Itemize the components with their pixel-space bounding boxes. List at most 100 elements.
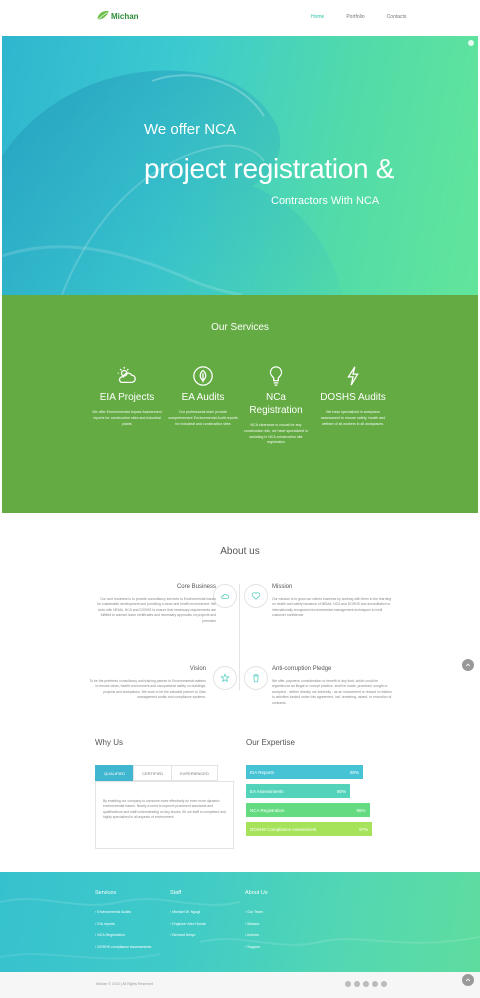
linkedin-icon[interactable] [372,981,378,987]
why-us-tabs: QUALIFIED CERTIFIED EXPERIENCED [95,765,218,781]
service-name: NCa Registration [249,392,303,416]
pledge-title: Anti-corruption Pledge [272,666,332,672]
cloud-sun-icon [117,366,136,384]
trash-icon [253,674,259,683]
vision-title: Vision [189,666,206,672]
facebook-icon[interactable] [345,981,351,987]
expertise-bar-value: 80% [336,788,346,794]
copyright: Michan © 2015 | All Rights Reserved [96,982,153,986]
lightbulb-icon [269,366,283,386]
expertise-bar: DOSHS Compliance Assessment 97% [246,822,373,836]
brand-logo[interactable]: Michan [96,9,139,23]
twitter-icon[interactable] [354,981,360,987]
expertise-bar: NCA Registration 95% [246,803,370,817]
service-nca-registration[interactable]: NCa Registration NCA clearance is crucia… [241,365,311,446]
expertise-bar-label: EA Assessments [250,788,284,794]
footer: Services › Environmental Audits › EIA re… [0,872,480,972]
rss-icon[interactable] [381,981,387,987]
brand-name: Michan [111,11,139,21]
footer-staff-col: Staff › Michael W. Ngugi › Engineer Alex… [170,890,206,942]
heart-icon [251,592,261,600]
vision-circle [213,666,237,690]
footer-services-col: Services › Environmental Audits › EIA re… [95,890,151,953]
footer-link[interactable]: › Our Team [245,907,268,919]
expertise-bar: EA Assessments 80% [246,784,350,798]
expertise-bar-fill: DOSHS Compliance Assessment 97% [246,822,373,836]
footer-col-title: About Us [245,890,268,896]
expertise-bar-fill: NCA Registration 95% [246,803,370,817]
footer-link[interactable]: › Bernard Ikinyo [170,930,206,942]
timeline-line [239,584,240,690]
footer-col-title: Staff [170,890,182,896]
nav-portfolio[interactable]: Portfolio [346,14,364,20]
tab-certified[interactable]: CERTIFIED [133,765,173,781]
leaf-icon [193,366,213,386]
expertise-bar-value: 97% [359,826,369,832]
footer-about-col: About Us › Our Team › Mission › Actions … [245,890,268,953]
expertise-title: Our Expertise [246,738,295,747]
tab-experienced[interactable]: EXPERIENCED [171,765,218,781]
expertise-bar-value: 90% [349,769,359,775]
services-section: Our Services [2,295,478,513]
expertise-bar-label: DOSHS Compliance Assessment [250,826,317,832]
expertise-bar-value: 95% [356,807,366,813]
footer-link[interactable]: › EIA reports [95,919,151,931]
pledge-circle [244,666,268,690]
footer-link[interactable]: › Engineer Alex Hunds [170,919,206,931]
service-name: EA Audits [181,392,225,403]
nav-contacts[interactable]: Contacts [387,14,407,20]
expertise-bar: EIA Reports 90% [246,765,363,779]
bottom-bar: Michan © 2015 | All Rights Reserved [0,972,480,998]
service-name: EIA Projects [99,392,155,403]
vision-text: To be the preferred consultancy and trai… [89,679,206,700]
core-business-block: Core Business Our core business is to pr… [96,584,216,624]
footer-link[interactable]: › Environmental Audits [95,907,151,919]
service-desc: Our professional team provide comprehens… [168,410,238,426]
footer-link[interactable]: › Support [245,942,268,954]
service-ea-audits[interactable]: EA Audits Our professional team provide … [168,365,238,427]
footer-link[interactable]: › Actions [245,930,268,942]
footer-link[interactable]: › Mission [245,919,268,931]
tab-content-text: By enabling our company to consume more … [103,799,226,819]
lightning-icon [347,366,359,386]
core-business-text: Our core business is to provide consulta… [97,597,216,623]
footer-water-pattern [0,898,480,960]
services-title: Our Services [211,322,269,333]
mission-circle [244,584,268,608]
hero-line-3: Contractors With NCA [271,195,380,207]
service-eia-projects[interactable]: EIA Projects We offer Environmental Impa… [92,365,162,427]
close-icon[interactable] [468,40,474,46]
service-desc: NCA clearance is crucial for any constru… [244,423,308,445]
hero-line-2: project registration & [144,153,395,184]
mission-block: Mission Our mission is to grow our clien… [272,584,392,619]
core-business-circle [213,584,237,608]
core-business-title: Core Business [176,584,216,590]
expertise-bar-label: NCA Registration [250,807,285,813]
leaf-logo-icon [97,10,109,20]
mission-title: Mission [272,584,293,590]
star-icon [220,673,230,683]
service-desc: We have specialized in workplace assessm… [320,410,386,426]
hero-line-1: We offer NCA [144,121,236,138]
footer-link[interactable]: › NCA Registration [95,930,151,942]
top-navbar: Michan Home Portfolio Contacts [0,0,480,36]
vision-block: Vision To be the preferred consultancy a… [86,666,206,701]
footer-col-title: Services [95,890,117,896]
cloud-icon [221,593,230,599]
pledge-block: Anti-corruption Pledge We offer, payment… [272,666,392,706]
scroll-up-icon[interactable] [462,659,474,671]
footer-link[interactable]: › DOSHS compliance Assessments [95,942,151,954]
tab-qualified[interactable]: QUALIFIED [95,765,135,781]
pledge-text: We offer, payment, consideration or bene… [272,679,392,705]
service-doshs-audits[interactable]: DOSHS Audits We have specialized in work… [318,365,388,427]
footer-link[interactable]: › Michael W. Ngugi [170,907,206,919]
expertise-bar-fill: EA Assessments 80% [246,784,350,798]
nav-home[interactable]: Home [311,14,324,20]
expertise-bar-fill: EIA Reports 90% [246,765,363,779]
expertise-bar-label: EIA Reports [250,769,275,775]
service-name: DOSHS Audits [320,392,386,403]
back-to-top-icon[interactable] [462,974,474,986]
google-plus-icon[interactable] [363,981,369,987]
service-desc: We offer Environmental Impact Assessment… [92,410,162,426]
tab-content: By enabling our company to consume more … [95,781,234,849]
